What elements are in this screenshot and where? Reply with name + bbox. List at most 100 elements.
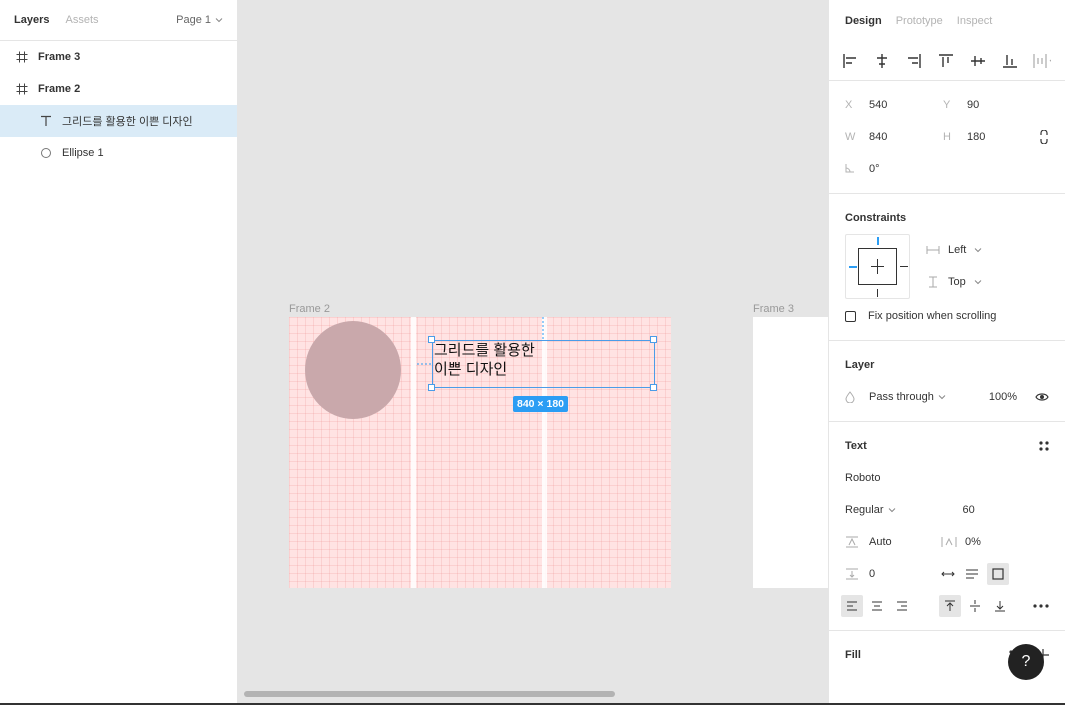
position-row: X 540 Y 90 [829,89,1065,121]
line-height-input[interactable]: Auto [869,536,941,548]
text-align-right-icon[interactable] [891,595,913,617]
auto-width-icon[interactable] [941,569,955,579]
align-text-bottom-icon[interactable] [989,595,1011,617]
x-input[interactable]: 540 [869,99,943,111]
frame-2-label[interactable]: Frame 2 [289,303,330,315]
layers-panel: Layers Assets Page 1 Frame 3 Frame 2 그리드… [0,0,238,703]
constrain-proportions-icon[interactable] [1039,130,1049,144]
rotation-icon [845,163,869,176]
text-align-left-icon[interactable] [841,595,863,617]
resize-handle-top-left[interactable] [428,336,435,343]
layer-ellipse-1[interactable]: Ellipse 1 [0,137,237,169]
letter-spacing-input[interactable]: 0% [965,536,981,548]
vertical-constraint-icon [929,276,937,288]
frame-3[interactable] [753,317,828,588]
ellipse-icon [40,147,52,159]
layer-text[interactable]: 그리드를 활용한 이쁜 디자인 [0,105,237,137]
font-size-input[interactable]: 60 [963,504,975,516]
tab-inspect[interactable]: Inspect [957,15,992,27]
layer-name: Frame 3 [38,51,81,63]
font-family-row: Roboto [829,462,1065,494]
tab-prototype[interactable]: Prototype [896,15,943,27]
w-input[interactable]: 840 [869,131,943,143]
constraint-v-value: Top [948,276,966,288]
page-selector[interactable]: Page 1 [176,14,223,26]
rotation-input[interactable]: 0° [869,163,880,175]
layer-name: Frame 2 [38,83,81,95]
properties-tabs: Design Prototype Inspect [829,0,1065,41]
font-family-select[interactable]: Roboto [845,472,880,484]
more-options-icon[interactable] [1033,604,1049,608]
position-section: X 540 Y 90 W 840 H 180 0° [829,81,1065,194]
fill-title: Fill [845,649,861,661]
layers-panel-header: Layers Assets Page 1 [0,0,237,41]
blend-mode-icon [845,391,855,403]
h-label: H [943,131,951,143]
align-top-icon[interactable] [937,52,955,70]
canvas[interactable]: Frame 2 그리드를 활용한 이쁜 디자인 840 × 180 Frame … [239,0,828,703]
spacing-guide [542,317,544,340]
align-horizontal-center-icon[interactable] [873,52,891,70]
resize-handle-bottom-left[interactable] [428,384,435,391]
spacing-row: Auto 0% [829,526,1065,558]
help-button[interactable]: ? [1008,644,1044,680]
fix-position-row: Fix position when scrolling [829,300,1065,332]
align-bottom-icon[interactable] [1001,52,1019,70]
resize-handle-bottom-right[interactable] [650,384,657,391]
layer-row: Pass through 100% [829,381,1065,413]
font-style-select[interactable]: Regular [845,504,884,516]
constraint-horizontal[interactable]: Left [926,234,982,266]
resize-handle-top-right[interactable] [650,336,657,343]
layer-name: 그리드를 활용한 이쁜 디자인 [62,116,193,128]
constraint-dropdowns: Left Top [926,234,982,300]
fixed-size-icon[interactable] [987,563,1009,585]
horizontal-scrollbar[interactable] [244,691,615,697]
constraints-widget[interactable] [845,234,910,299]
auto-height-icon[interactable] [965,569,979,579]
layer-frame-3[interactable]: Frame 3 [0,41,237,73]
align-text-top-icon[interactable] [939,595,961,617]
align-right-icon[interactable] [905,52,923,70]
tab-design[interactable]: Design [845,15,882,27]
tab-assets[interactable]: Assets [65,14,98,26]
grid-gutter [411,317,416,588]
align-left-icon[interactable] [841,52,859,70]
opacity-input[interactable]: 100% [989,391,1017,403]
spacing-guide [417,363,432,365]
horizontal-constraint-icon [926,246,940,254]
y-input[interactable]: 90 [967,99,979,111]
paragraph-spacing-icon [846,568,858,580]
text-icon [40,115,52,127]
dimension-badge: 840 × 180 [513,396,569,412]
frame-3-label[interactable]: Frame 3 [753,303,794,315]
selected-text-layer[interactable]: 그리드를 활용한 이쁜 디자인 [432,340,655,388]
align-vertical-center-icon[interactable] [969,52,987,70]
paragraph-spacing-input[interactable]: 0 [869,568,941,580]
layer-frame-2[interactable]: Frame 2 [0,73,237,105]
align-text-middle-icon[interactable] [964,595,986,617]
chevron-down-icon [888,508,895,513]
blend-mode-select[interactable]: Pass through [869,391,934,403]
chevron-down-icon [975,248,982,253]
h-input[interactable]: 180 [967,131,985,143]
tab-layers[interactable]: Layers [14,14,49,26]
eye-icon[interactable] [1035,392,1049,402]
ellipse-1[interactable] [305,321,401,419]
frame-2[interactable]: 그리드를 활용한 이쁜 디자인 840 × 180 [289,317,671,588]
page-label: Page 1 [176,14,211,26]
rotation-row: 0° [829,153,1065,185]
chevron-down-icon [974,280,982,285]
frame-icon [16,51,28,63]
layer-title: Layer [845,359,875,371]
text-align-center-icon[interactable] [866,595,888,617]
paragraph-row: 0 [829,558,1065,590]
text-styles-icon[interactable] [1039,441,1049,451]
distribute-icon[interactable] [1033,52,1051,70]
fix-position-label: Fix position when scrolling [868,310,997,322]
constraint-h-value: Left [948,244,967,256]
constraint-vertical[interactable]: Top [926,266,982,298]
layer-name: Ellipse 1 [62,147,104,159]
chevron-down-icon [938,395,946,400]
fix-position-checkbox[interactable] [845,310,856,322]
w-label: W [845,131,856,143]
